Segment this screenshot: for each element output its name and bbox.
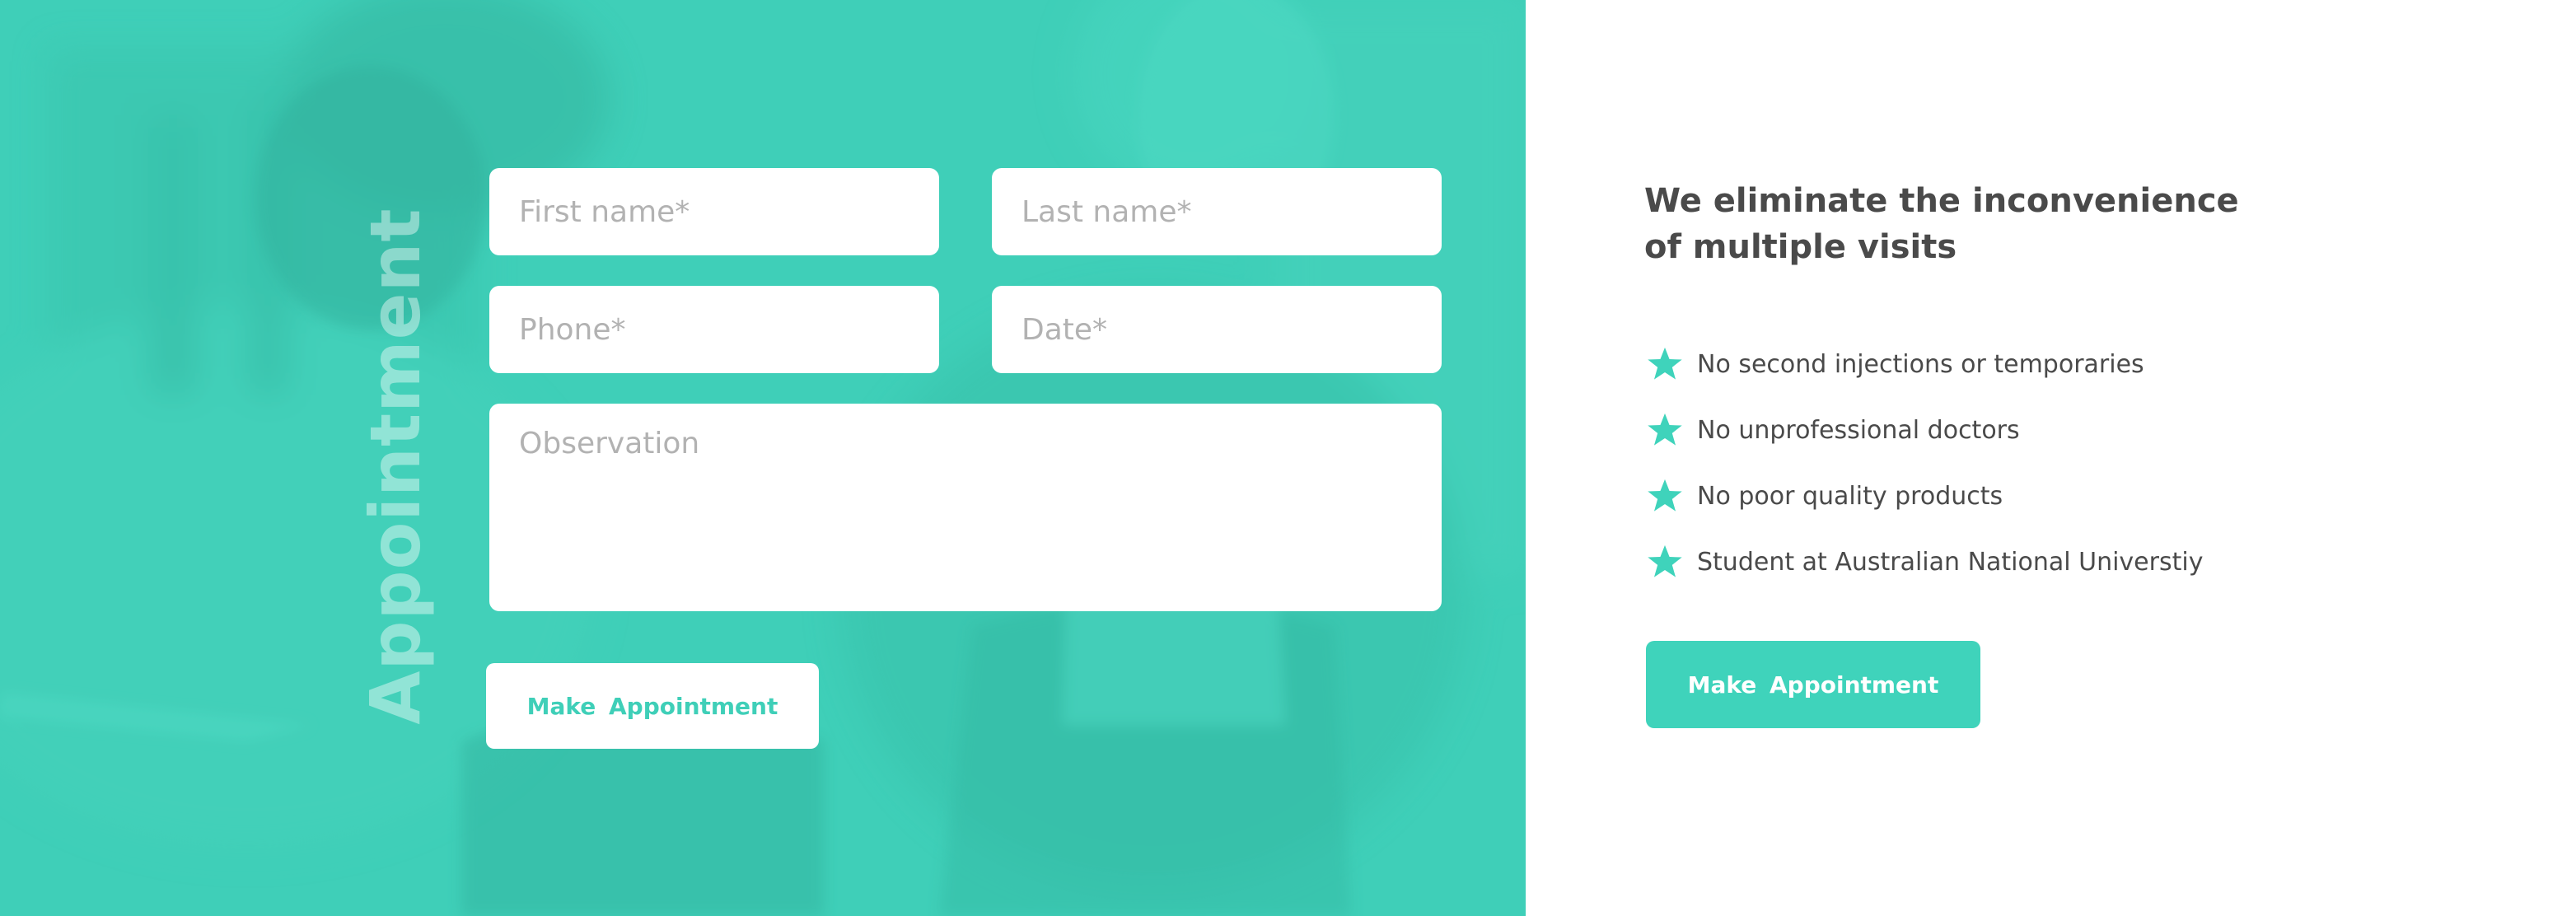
date-input[interactable] [992, 286, 1442, 373]
first-name-input[interactable] [489, 168, 939, 255]
feature-text: Student at Australian National Universti… [1697, 547, 2204, 577]
phone-input[interactable] [489, 286, 939, 373]
feature-item: Student at Australian National Universti… [1646, 529, 2203, 595]
observation-textarea[interactable] [489, 404, 1442, 611]
star-icon [1648, 413, 1682, 446]
appointment-title: Appointment [355, 208, 436, 725]
feature-item: No poor quality products [1646, 463, 2203, 529]
star-icon [1648, 479, 1682, 512]
feature-text: No unprofessional doctors [1697, 415, 2020, 445]
star-icon [1648, 544, 1682, 577]
appointment-section: Appointment Make Appointment [0, 0, 1526, 916]
make-appointment-button[interactable]: Make Appointment [486, 663, 819, 749]
feature-item: No unprofessional doctors [1646, 397, 2203, 463]
feature-list: No second injections or temporaries No u… [1646, 331, 2203, 595]
feature-text: No poor quality products [1697, 481, 2003, 511]
info-make-appointment-button[interactable]: Make Appointment [1646, 641, 1980, 728]
info-headline: We eliminate the inconvenience of multip… [1644, 182, 2239, 266]
last-name-input[interactable] [992, 168, 1442, 255]
star-icon [1648, 347, 1682, 380]
info-section: We eliminate the inconvenience of multip… [1526, 0, 2576, 916]
feature-text: No second injections or temporaries [1697, 349, 2144, 379]
feature-item: No second injections or temporaries [1646, 331, 2203, 397]
